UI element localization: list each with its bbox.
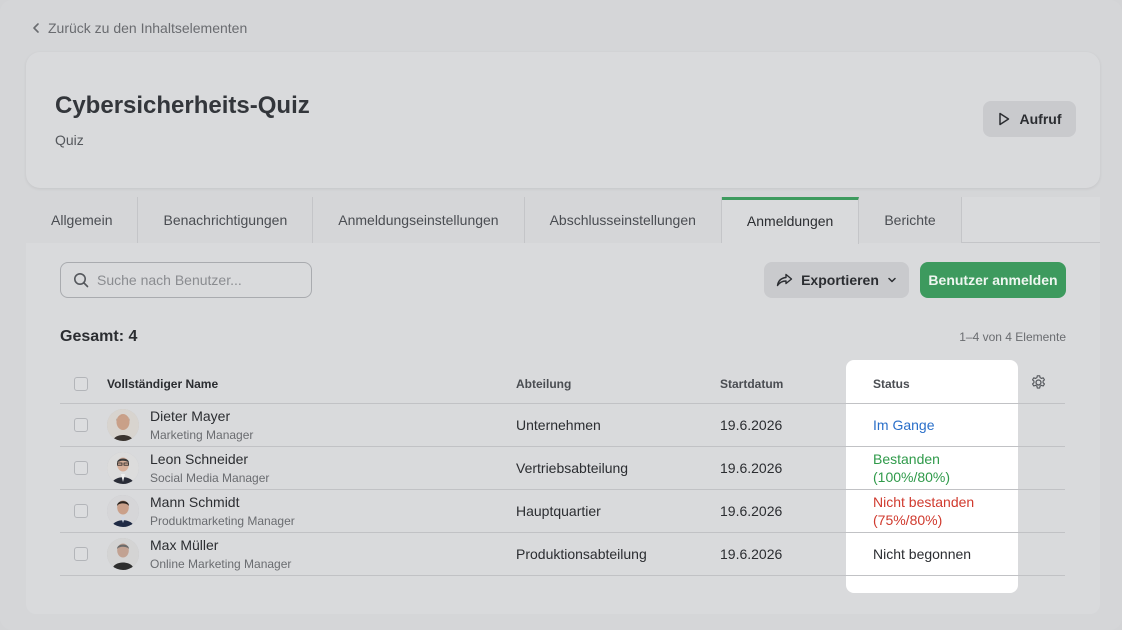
- export-button-label: Exportieren: [801, 272, 879, 288]
- user-cell: Max Müller Online Marketing Manager: [107, 537, 291, 572]
- play-icon: [998, 112, 1009, 126]
- back-link-label: Zurück zu den Inhaltselementen: [48, 20, 248, 36]
- back-link[interactable]: Zurück zu den Inhaltselementen: [30, 20, 247, 36]
- tab-enrollments[interactable]: Anmeldungen: [721, 197, 860, 244]
- avatar: [107, 538, 139, 570]
- row-checkbox[interactable]: [74, 547, 88, 561]
- user-role: Social Media Manager: [150, 470, 270, 485]
- status-label: Nicht begonnen: [873, 546, 972, 562]
- select-all-checkbox[interactable]: [74, 376, 88, 391]
- header-card: Cybersicherheits-Quiz Quiz Aufruf: [26, 52, 1100, 188]
- status-score: (75%/80%): [873, 512, 943, 528]
- tab-completion-settings[interactable]: Abschlusseinstellungen: [524, 197, 722, 243]
- search-icon: [74, 273, 89, 288]
- row-checkbox[interactable]: [74, 504, 88, 518]
- status-cell: Nicht bestanden (75%/80%): [873, 493, 974, 529]
- total-count: Gesamt: 4: [60, 328, 138, 345]
- page-title: Cybersicherheits-Quiz: [55, 92, 310, 119]
- user-role: Marketing Manager: [150, 427, 254, 442]
- enrollments-panel: Allgemein Benachrichtigungen Anmeldungse…: [26, 197, 1100, 614]
- enrollments-table: Vollständiger Name Abteilung Startdatum …: [60, 364, 1065, 576]
- department-cell: Hauptquartier: [516, 503, 601, 519]
- user-cell: Dieter Mayer Marketing Manager: [107, 408, 253, 443]
- user-cell: Leon Schneider Social Media Manager: [107, 451, 269, 486]
- department-cell: Vertriebsabteilung: [516, 460, 629, 476]
- search-input[interactable]: [97, 272, 297, 288]
- user-role: Online Marketing Manager: [150, 556, 292, 571]
- status-label: Im Gange: [873, 417, 935, 433]
- table-row[interactable]: Mann Schmidt Produktmarketing Manager Ha…: [60, 490, 1065, 533]
- pagination-info: 1–4 von 4 Elemente: [959, 330, 1066, 344]
- app-frame: Zurück zu den Inhaltselementen Cybersich…: [0, 0, 1122, 630]
- avatar: [107, 452, 139, 484]
- column-settings-button[interactable]: [1030, 374, 1047, 394]
- tab-notifications[interactable]: Benachrichtigungen: [138, 197, 314, 243]
- chevron-down-icon: [888, 277, 896, 283]
- table-row[interactable]: Leon Schneider Social Media Manager Vert…: [60, 447, 1065, 490]
- user-cell: Mann Schmidt Produktmarketing Manager: [107, 494, 295, 529]
- page-subtitle: Quiz: [55, 132, 84, 148]
- user-name: Leon Schneider: [150, 450, 249, 467]
- start-date-cell: 19.6.2026: [720, 460, 783, 476]
- search-box: [60, 262, 312, 298]
- status-score: (100%/80%): [873, 469, 951, 485]
- tab-enrollment-settings[interactable]: Anmeldungseinstellungen: [313, 197, 525, 243]
- department-cell: Unternehmen: [516, 417, 601, 433]
- tab-bar: Allgemein Benachrichtigungen Anmeldungse…: [26, 197, 1100, 244]
- department-cell: Produktionsabteilung: [516, 546, 647, 562]
- chevron-left-icon: [33, 23, 39, 33]
- header-start-date[interactable]: Startdatum: [720, 377, 783, 391]
- call-button[interactable]: Aufruf: [983, 101, 1076, 137]
- status-label: Nicht bestanden: [873, 494, 975, 510]
- user-name: Max Müller: [150, 536, 219, 553]
- row-checkbox[interactable]: [74, 418, 88, 432]
- table-row[interactable]: Dieter Mayer Marketing Manager Unternehm…: [60, 404, 1065, 447]
- status-label: Bestanden: [873, 451, 940, 467]
- row-checkbox[interactable]: [74, 461, 88, 475]
- start-date-cell: 19.6.2026: [720, 417, 783, 433]
- share-icon: [776, 273, 793, 287]
- start-date-cell: 19.6.2026: [720, 546, 783, 562]
- header-status[interactable]: Status: [873, 375, 910, 393]
- header-department[interactable]: Abteilung: [516, 377, 571, 391]
- avatar: [107, 495, 139, 527]
- status-cell: Im Gange: [873, 416, 934, 434]
- tab-reports[interactable]: Berichte: [859, 197, 962, 243]
- call-button-label: Aufruf: [1019, 111, 1062, 127]
- user-name: Mann Schmidt: [150, 493, 240, 510]
- start-date-cell: 19.6.2026: [720, 503, 783, 519]
- status-cell: Nicht begonnen: [873, 545, 971, 563]
- header-name[interactable]: Vollständiger Name: [107, 377, 218, 391]
- table-header: Vollständiger Name Abteilung Startdatum …: [60, 364, 1065, 404]
- export-button[interactable]: Exportieren: [764, 262, 909, 298]
- avatar: [107, 409, 139, 441]
- status-cell: Bestanden (100%/80%): [873, 450, 950, 486]
- tab-general[interactable]: Allgemein: [26, 197, 139, 243]
- user-role: Produktmarketing Manager: [150, 513, 295, 528]
- table-row[interactable]: Max Müller Online Marketing Manager Prod…: [60, 533, 1065, 576]
- user-name: Dieter Mayer: [150, 407, 231, 424]
- enroll-user-button[interactable]: Benutzer anmelden: [920, 262, 1066, 298]
- gear-icon: [1031, 374, 1046, 389]
